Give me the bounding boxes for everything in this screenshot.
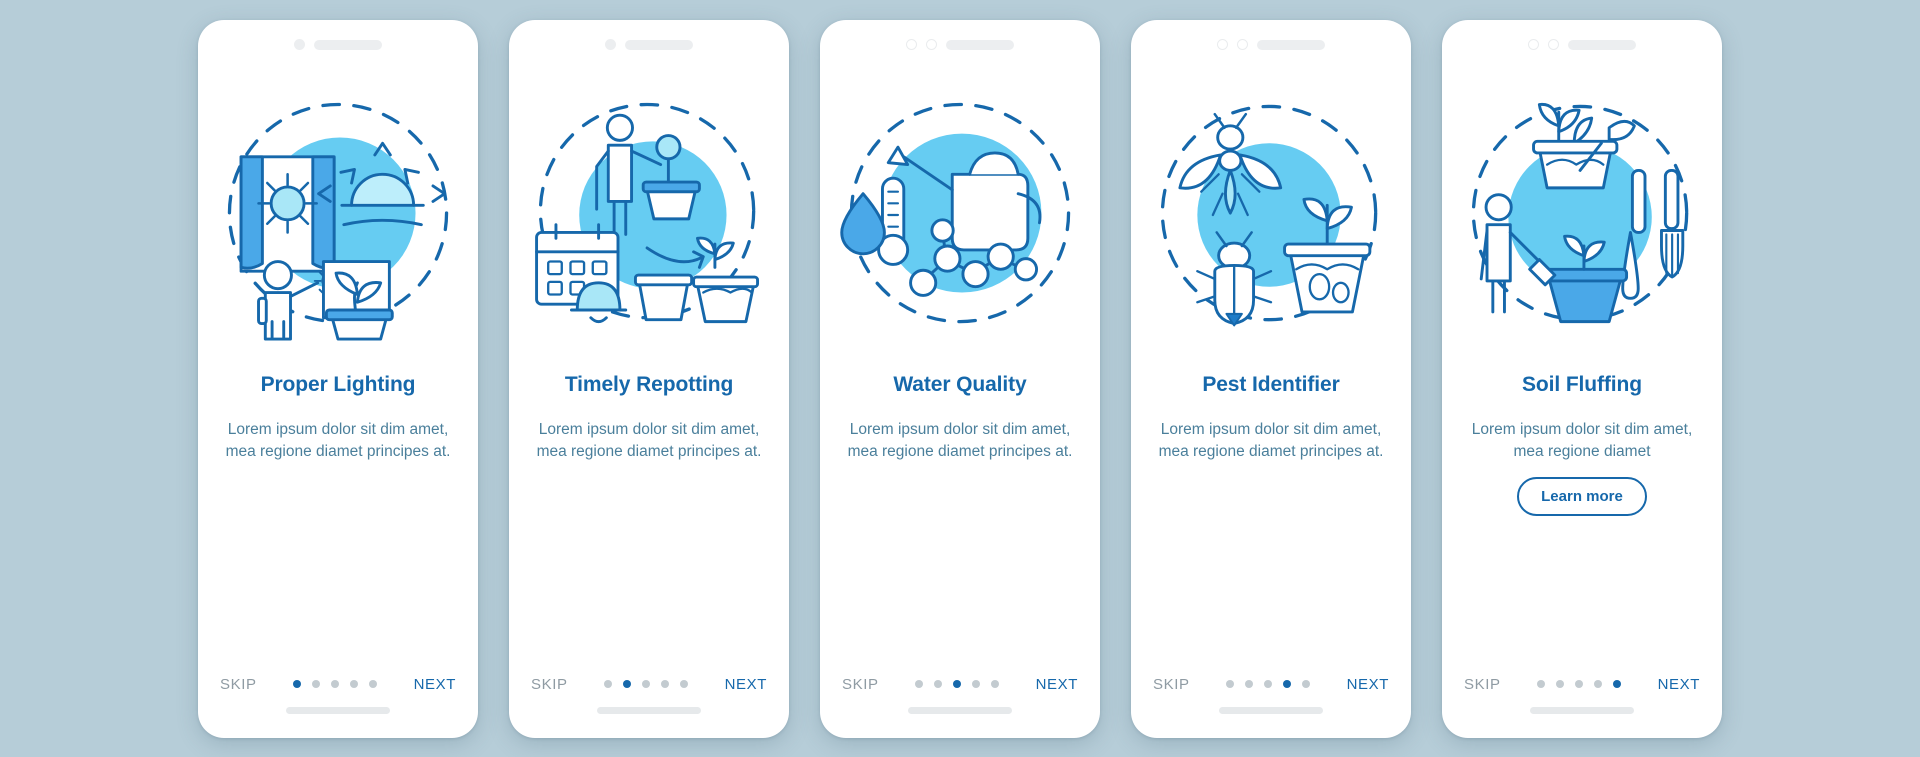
- camera-ring-icon: [1237, 39, 1248, 50]
- illustration-area: [1131, 62, 1411, 362]
- screen-description: Lorem ipsum dolor sit dim amet, mea regi…: [536, 420, 762, 460]
- speaker-grill-icon: [1257, 39, 1325, 50]
- page-dot-1[interactable]: [1537, 680, 1546, 688]
- phone-notch: [198, 20, 478, 62]
- screen-title: Soil Fluffing: [1521, 372, 1642, 396]
- screen-title: Water Quality: [893, 372, 1027, 396]
- illustration-area: [509, 62, 789, 362]
- home-indicator-bar: [908, 706, 1012, 714]
- speaker-grill-icon: [314, 39, 382, 50]
- camera-ring-icon: [1528, 39, 1539, 50]
- page-dot-4[interactable]: [1594, 680, 1603, 688]
- onboarding-nav-row: SKIP NEXT: [198, 676, 478, 693]
- speaker-grill-icon: [1568, 39, 1636, 50]
- page-dot-3[interactable]: [642, 680, 651, 688]
- illustration-area: [198, 62, 478, 362]
- screen-description: Lorem ipsum dolor sit dim amet, mea regi…: [1471, 420, 1693, 460]
- next-button[interactable]: NEXT: [1658, 676, 1700, 693]
- skip-button[interactable]: SKIP: [1153, 676, 1190, 693]
- onboarding-nav-row: SKIP NEXT: [1442, 676, 1722, 693]
- page-dot-4[interactable]: [661, 680, 670, 688]
- page-dot-3-active[interactable]: [953, 680, 962, 688]
- fly-beetle-pot-pest-icon: [1160, 104, 1378, 326]
- gardening-tools-soil-icon: [1471, 102, 1689, 323]
- page-indicator-dots: [1537, 680, 1622, 688]
- page-indicator-dots: [915, 680, 1000, 688]
- watering-can-thermometer-molecule-icon: [840, 102, 1071, 323]
- next-button[interactable]: NEXT: [414, 676, 456, 693]
- onboarding-nav-row: SKIP NEXT: [509, 676, 789, 693]
- page-dot-1[interactable]: [604, 680, 613, 688]
- camera-ring-icon: [1217, 39, 1228, 50]
- page-dot-3[interactable]: [331, 680, 340, 688]
- learn-more-button[interactable]: Learn more: [1517, 476, 1647, 516]
- next-button[interactable]: NEXT: [1347, 676, 1389, 693]
- calendar-repotting-plant-icon: [535, 102, 760, 323]
- skip-button[interactable]: SKIP: [1464, 676, 1501, 693]
- phone-notch: [1442, 20, 1722, 62]
- page-dot-1[interactable]: [915, 680, 924, 688]
- page-dot-2-active[interactable]: [623, 680, 632, 688]
- home-indicator-bar: [1530, 706, 1634, 714]
- page-dot-3[interactable]: [1575, 680, 1584, 688]
- camera-dot-icon: [605, 39, 616, 50]
- camera-ring-icon: [906, 39, 917, 50]
- home-indicator-bar: [1219, 706, 1323, 714]
- speaker-grill-icon: [946, 39, 1014, 50]
- skip-button[interactable]: SKIP: [842, 676, 879, 693]
- onboarding-nav-row: SKIP NEXT: [820, 676, 1100, 693]
- page-dot-2[interactable]: [1245, 680, 1254, 688]
- page-dot-2[interactable]: [312, 680, 321, 688]
- camera-ring-icon: [926, 39, 937, 50]
- page-indicator-dots: [604, 680, 689, 688]
- next-button[interactable]: NEXT: [1036, 676, 1078, 693]
- phone-notch: [509, 20, 789, 62]
- next-button[interactable]: NEXT: [725, 676, 767, 693]
- page-dot-5[interactable]: [991, 680, 1000, 688]
- window-sun-plant-watering-icon: [227, 102, 449, 341]
- illustration-area: [820, 62, 1100, 362]
- phone-screen-pest-identifier: Pest Identifier Lorem ipsum dolor sit dim…: [1131, 19, 1411, 738]
- page-dot-1-active[interactable]: [293, 680, 302, 688]
- camera-ring-icon: [1548, 39, 1559, 50]
- phone-screen-water-quality: Water Quality Lorem ipsum dolor sit dim a…: [820, 19, 1100, 738]
- phone-screen-soil-fluffing: Soil Fluffing Lorem ipsum dolor sit dim a…: [1442, 19, 1722, 738]
- page-dot-4[interactable]: [350, 680, 359, 688]
- illustration-area: [1442, 62, 1722, 362]
- page-dot-2[interactable]: [1556, 680, 1565, 688]
- skip-button[interactable]: SKIP: [531, 676, 568, 693]
- phone-screen-proper-lighting: Proper Lighting Lorem ipsum dolor sit dim…: [198, 19, 478, 738]
- page-dot-5[interactable]: [369, 680, 378, 688]
- page-dot-2[interactable]: [934, 680, 943, 688]
- phone-notch: [820, 20, 1100, 62]
- phone-notch: [1131, 20, 1411, 62]
- onboarding-nav-row: SKIP NEXT: [1131, 676, 1411, 693]
- screen-description: Lorem ipsum dolor sit dim amet, mea regi…: [1158, 420, 1384, 460]
- page-dot-4-active[interactable]: [1283, 680, 1292, 688]
- camera-dot-icon: [294, 39, 305, 50]
- screen-description: Lorem ipsum dolor sit dim amet, mea regi…: [225, 420, 451, 460]
- page-indicator-dots: [1226, 680, 1311, 688]
- page-indicator-dots: [293, 680, 378, 688]
- home-indicator-bar: [597, 706, 701, 714]
- screen-title: Proper Lighting: [260, 372, 416, 396]
- screen-description: Lorem ipsum dolor sit dim amet, mea regi…: [847, 420, 1073, 460]
- page-dot-4[interactable]: [972, 680, 981, 688]
- page-dot-3[interactable]: [1264, 680, 1273, 688]
- skip-button[interactable]: SKIP: [220, 676, 257, 693]
- onboarding-screens-container: Proper Lighting Lorem ipsum dolor sit dim…: [0, 0, 1920, 757]
- screen-title: Timely Repotting: [564, 372, 734, 396]
- screen-title: Pest Identifier: [1202, 372, 1340, 396]
- page-dot-5[interactable]: [1302, 680, 1311, 688]
- home-indicator-bar: [286, 706, 390, 714]
- speaker-grill-icon: [625, 39, 693, 50]
- page-dot-1[interactable]: [1226, 680, 1235, 688]
- page-dot-5-active[interactable]: [1613, 680, 1622, 688]
- page-dot-5[interactable]: [680, 680, 689, 688]
- phone-screen-timely-repotting: Timely Repotting Lorem ipsum dolor sit di…: [509, 19, 789, 738]
